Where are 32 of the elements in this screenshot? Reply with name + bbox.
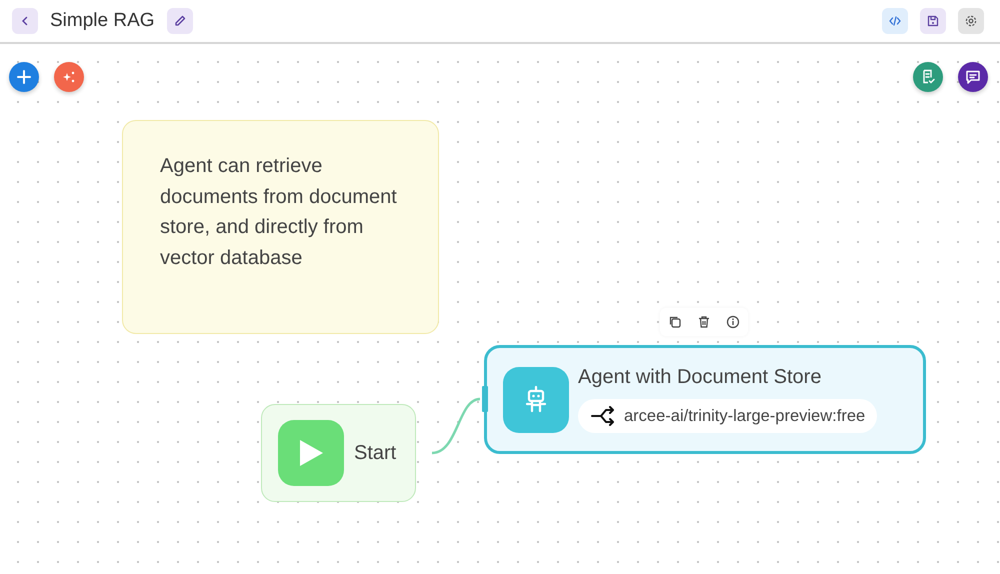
node-label: Start (354, 442, 396, 464)
add-node-button[interactable] (9, 62, 39, 92)
clipboard-check-icon (921, 69, 935, 85)
input-handle[interactable] (482, 386, 488, 412)
save-button[interactable] (920, 8, 946, 34)
back-button[interactable] (12, 8, 38, 34)
flow-title: Simple RAG (50, 10, 155, 32)
validate-button[interactable] (913, 62, 943, 92)
code-icon (888, 14, 902, 28)
trash-icon[interactable] (697, 315, 711, 329)
settings-button[interactable] (958, 8, 984, 34)
chat-button[interactable] (958, 62, 988, 92)
model-name: arcee-ai/trinity-large-preview:free (624, 406, 866, 426)
start-node[interactable]: Start (261, 404, 416, 502)
copy-icon[interactable] (668, 315, 682, 329)
play-icon (278, 420, 344, 486)
plus-icon (17, 70, 31, 84)
robot-icon (503, 366, 569, 432)
sticky-note[interactable]: Agent can retrieve documents from document store, and directly from vector database (122, 120, 439, 334)
generate-button[interactable] (54, 62, 84, 92)
settings-icon (964, 14, 978, 28)
branch-arrows-icon (590, 406, 616, 426)
chat-icon (965, 69, 981, 85)
node-title: Agent with Document Store (578, 366, 822, 389)
info-icon[interactable] (726, 315, 740, 329)
sparkle-icon (62, 70, 76, 84)
code-button[interactable] (882, 8, 908, 34)
agent-node[interactable]: Agent with Document Store arcee-ai/trinity-large-preview:free (484, 345, 926, 454)
note-text: Agent can retrieve documents from document store, and directly from vector database (160, 154, 398, 270)
edit-button[interactable] (166, 8, 193, 34)
floppy-disk-icon (926, 14, 940, 28)
pencil-icon (172, 14, 187, 28)
